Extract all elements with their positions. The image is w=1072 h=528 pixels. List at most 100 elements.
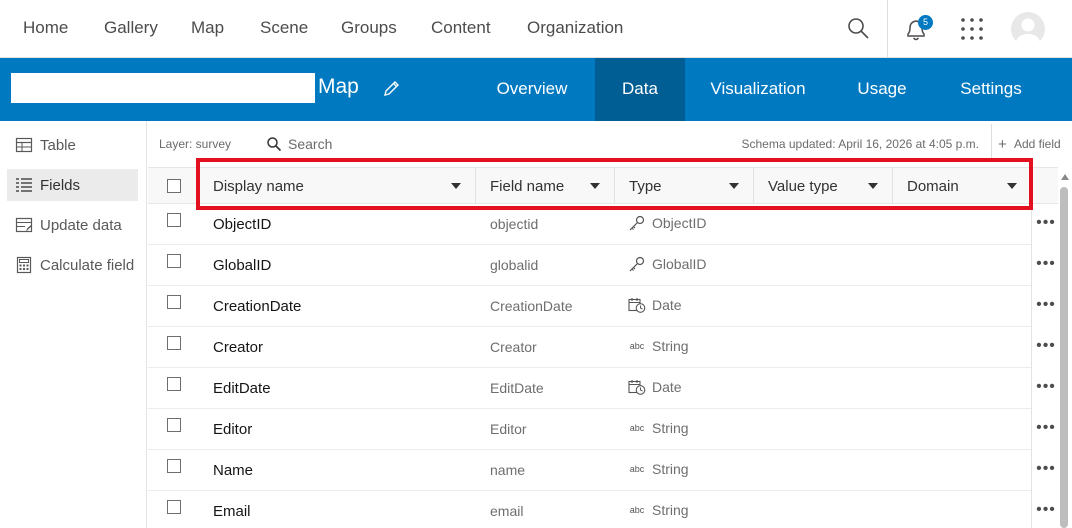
table-row[interactable]: Editor Editor abc String [148,409,1058,450]
column-domain[interactable]: Domain [894,168,1032,204]
abc-icon: abc [629,341,645,351]
data-side-panel: Table Fields Update data Calculate field [0,121,147,528]
more-options-icon[interactable]: ••• [1036,215,1056,231]
sidebar-item-update-data[interactable]: Update data [7,209,138,241]
display-name-cell: Editor [213,421,253,438]
sidebar-item-fields[interactable]: Fields [7,169,138,201]
nav-home[interactable]: Home [23,18,68,38]
column-field-name[interactable]: Field name [477,168,615,204]
row-checkbox[interactable] [167,459,181,473]
type-cell: abc String [628,461,689,477]
apps-grid-icon[interactable] [960,17,984,41]
sidebar-item-table[interactable]: Table [7,129,138,161]
more-options-icon[interactable]: ••• [1036,502,1056,518]
row-checkbox[interactable] [167,213,181,227]
abc-icon: abc [629,464,645,474]
calculator-icon [16,256,32,274]
row-checkbox[interactable] [167,336,181,350]
select-all-checkbox[interactable] [167,179,181,193]
column-type[interactable]: Type [616,168,754,204]
nav-divider [887,0,888,58]
nav-map[interactable]: Map [191,18,224,38]
field-name-cell: globalid [490,257,539,273]
nav-organization[interactable]: Organization [527,18,623,38]
nav-content[interactable]: Content [431,18,491,38]
add-field-button[interactable]: + Add field [998,136,1061,153]
type-label: String [652,502,689,518]
table-row[interactable]: GlobalID globalid GlobalID [148,245,1058,286]
row-checkbox[interactable] [167,418,181,432]
display-name-cell: ObjectID [213,216,272,233]
add-field-label: Add field [1014,137,1061,151]
more-options-icon[interactable]: ••• [1036,338,1056,354]
table-row[interactable]: EditDate EditDate Date [148,368,1058,409]
fields-table: Display name Field name Type Value type … [148,167,1058,528]
toolbar-divider [991,124,992,162]
table-row[interactable]: CreationDate CreationDate Date [148,286,1058,327]
type-label: String [652,461,689,477]
calendar-clock-icon [628,380,646,395]
pencil-icon[interactable] [382,78,402,98]
row-checkbox[interactable] [167,377,181,391]
column-display-name[interactable]: Display name [200,168,476,204]
nav-groups[interactable]: Groups [341,18,397,38]
more-options-icon[interactable]: ••• [1036,461,1056,477]
item-header-bar: Map Overview Data Visualization Usage Se… [0,58,1072,121]
column-label: Field name [490,177,565,195]
tab-settings[interactable]: Settings [948,58,1034,121]
item-title-redacted [11,73,315,103]
avatar[interactable] [1011,12,1045,46]
abc-icon: abc [629,423,645,433]
display-name-cell: Creator [213,339,264,356]
display-name-cell: Name [213,462,254,479]
sidebar-item-label: Fields [40,176,81,194]
column-value-type[interactable]: Value type [755,168,893,204]
type-label: GlobalID [652,256,707,272]
scroll-up-icon[interactable] [1061,174,1069,180]
table-scrollbar[interactable] [1058,167,1072,528]
column-label: Type [629,177,662,195]
table-row[interactable]: ObjectID objectid ObjectID [148,204,1058,245]
type-label: String [652,420,689,436]
search-icon[interactable] [846,16,870,40]
field-name-cell: EditDate [490,380,544,396]
column-label: Value type [768,177,838,195]
type-cell: ObjectID [628,215,706,231]
more-options-icon[interactable]: ••• [1036,256,1056,272]
table-row[interactable]: Name name abc String [148,450,1058,491]
table-row[interactable]: Creator Creator abc String [148,327,1058,368]
more-options-icon[interactable]: ••• [1036,297,1056,313]
more-options-icon[interactable]: ••• [1036,379,1056,395]
type-label: Date [652,379,682,395]
type-cell: abc String [628,420,689,436]
chevron-down-icon [868,183,878,189]
table-row[interactable]: Email email abc String [148,491,1058,528]
layer-label[interactable]: Layer: survey [159,137,231,151]
tab-data[interactable]: Data [595,58,685,121]
display-name-cell: CreationDate [213,298,302,315]
sidebar-item-calculate-field[interactable]: Calculate field [7,249,138,281]
tab-usage[interactable]: Usage [846,58,918,121]
row-checkbox[interactable] [167,254,181,268]
item-title-suffix: Map [318,75,359,98]
row-checkbox[interactable] [167,295,181,309]
tab-visualization[interactable]: Visualization [700,58,816,121]
type-cell: GlobalID [628,256,706,272]
sidebar-item-label: Table [40,136,76,154]
nav-scene[interactable]: Scene [260,18,308,38]
tab-overview[interactable]: Overview [480,58,584,121]
key-icon [629,256,645,272]
notification-badge: 5 [918,15,933,30]
field-name-cell: objectid [490,216,539,232]
top-navigation: Home Gallery Map Scene Groups Content Or… [0,0,1072,58]
chevron-down-icon [1007,183,1017,189]
table-header: Display name Field name Type Value type … [148,167,1058,204]
scrollbar-thumb[interactable] [1060,187,1068,528]
chevron-down-icon [590,183,600,189]
field-search-input[interactable] [288,133,488,155]
schema-updated-text: Schema updated: April 16, 2026 at 4:05 p… [741,137,980,151]
abc-icon: abc [629,505,645,515]
nav-gallery[interactable]: Gallery [104,18,158,38]
row-checkbox[interactable] [167,500,181,514]
more-options-icon[interactable]: ••• [1036,420,1056,436]
